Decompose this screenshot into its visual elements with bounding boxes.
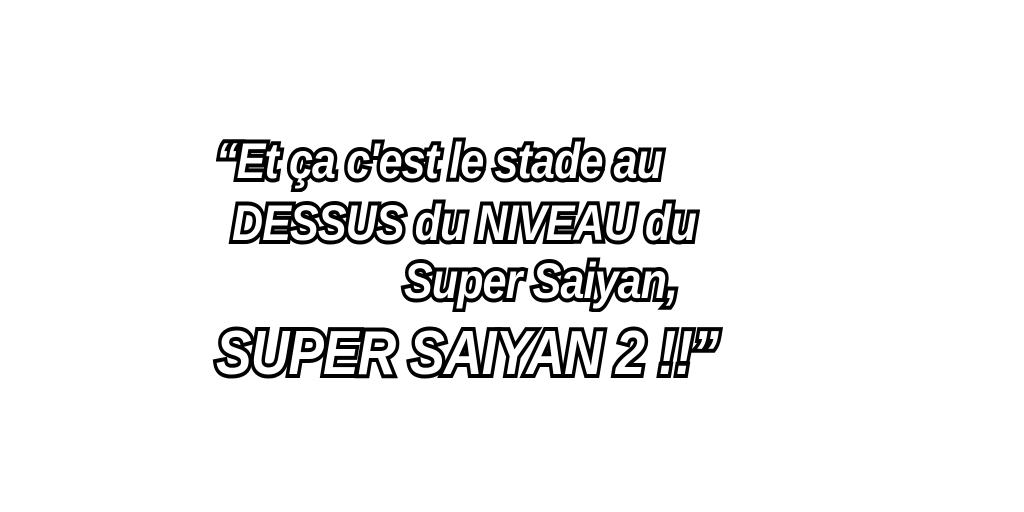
quote-line-4: SUPER SAIYAN 2 !!” bbox=[213, 315, 723, 392]
quote-line-3: Super Saiyan, bbox=[401, 249, 682, 313]
quote-line-2: DESSUS du NIVEAU du bbox=[229, 191, 701, 255]
quote-line-1: “Et ça c'est le stade au bbox=[213, 129, 667, 193]
quote-canvas: “Et ça c'est le stade au DESSUS du NIVEA… bbox=[0, 0, 1024, 512]
